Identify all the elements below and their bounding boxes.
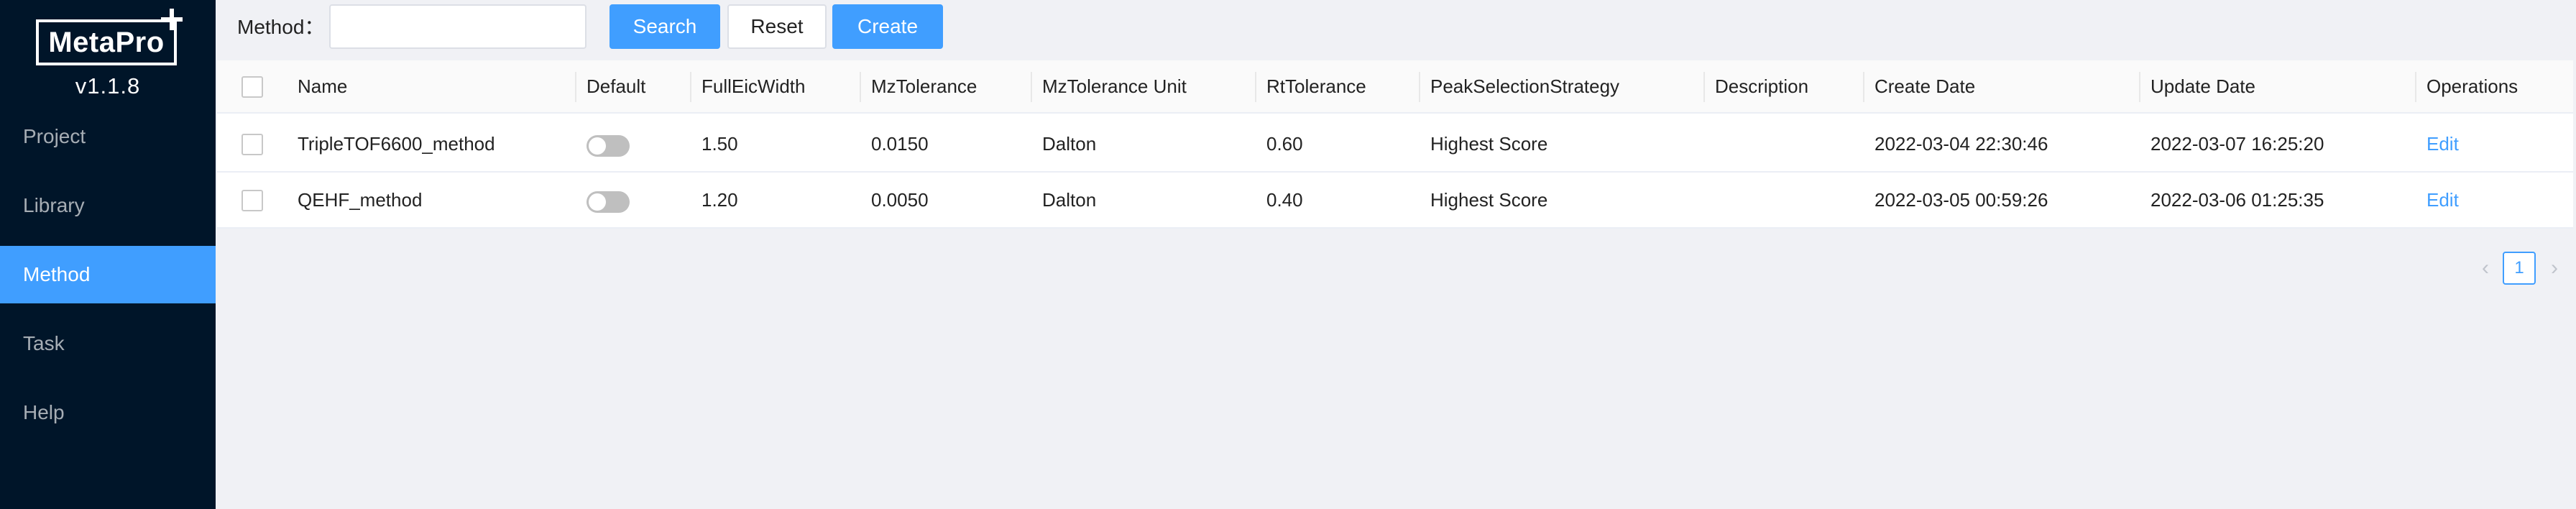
cell-rt-tolerance: 0.40 — [1266, 188, 1303, 211]
method-search-input[interactable] — [329, 4, 586, 49]
column-divider — [1863, 72, 1864, 102]
column-header-name[interactable]: Name — [298, 60, 347, 112]
table-row[interactable]: QEHF_method 1.20 0.0050 Dalton 0.40 High… — [217, 173, 2573, 229]
toggle-knob — [589, 137, 606, 155]
select-all-checkbox[interactable] — [242, 76, 263, 98]
column-divider — [1031, 72, 1032, 102]
column-header-mz-tolerance-unit[interactable]: MzTolerance Unit — [1042, 60, 1187, 112]
sidebar-item-task[interactable]: Task — [0, 315, 216, 372]
column-header-peak-selection-strategy[interactable]: PeakSelectionStrategy — [1430, 60, 1619, 112]
app-logo[interactable]: MetaPro — [36, 19, 177, 65]
cell-name: TripleTOF6600_method — [298, 132, 495, 155]
reset-button[interactable]: Reset — [727, 4, 827, 49]
edit-link[interactable]: Edit — [2426, 173, 2459, 227]
column-divider — [690, 72, 691, 102]
cell-update-date: 2022-03-06 01:25:35 — [2150, 188, 2324, 211]
create-button[interactable]: Create — [832, 4, 943, 49]
table-row[interactable]: TripleTOF6600_method 1.50 0.0150 Dalton … — [217, 116, 2573, 173]
column-header-mz-tolerance[interactable]: MzTolerance — [871, 60, 977, 112]
sidebar-item-label: Project — [23, 125, 86, 147]
sidebar-item-label: Method — [23, 263, 91, 285]
cell-mz-tolerance: 0.0150 — [871, 132, 929, 155]
row-select-checkbox[interactable] — [242, 134, 263, 155]
default-toggle[interactable] — [586, 135, 630, 157]
edit-link[interactable]: Edit — [2426, 116, 2459, 171]
column-header-update-date[interactable]: Update Date — [2150, 60, 2255, 112]
cell-full-eic-width: 1.20 — [702, 188, 738, 211]
search-button[interactable]: Search — [610, 4, 720, 49]
sidebar-item-label: Library — [23, 194, 85, 216]
sidebar-item-label: Help — [23, 401, 65, 423]
column-header-rt-tolerance[interactable]: RtTolerance — [1266, 60, 1366, 112]
sidebar-item-method[interactable]: Method — [0, 246, 216, 303]
column-divider — [1703, 72, 1705, 102]
column-header-create-date[interactable]: Create Date — [1874, 60, 1975, 112]
column-header-full-eic-width[interactable]: FullEicWidth — [702, 60, 805, 112]
table-header: Name Default FullEicWidth MzTolerance Mz… — [217, 60, 2573, 114]
sidebar-item-label: Task — [23, 332, 65, 354]
methods-table: Name Default FullEicWidth MzTolerance Mz… — [217, 60, 2573, 229]
cell-full-eic-width: 1.50 — [702, 132, 738, 155]
cell-mz-tolerance: 0.0050 — [871, 188, 929, 211]
cell-name: QEHF_method — [298, 188, 423, 211]
sidebar-item-library[interactable]: Library — [0, 177, 216, 234]
column-divider — [860, 72, 861, 102]
cell-mz-tolerance-unit: Dalton — [1042, 188, 1097, 211]
column-divider — [575, 72, 576, 102]
column-divider — [1419, 72, 1420, 102]
app-root: MetaPro v1.1.8 Project Library Method Ta… — [0, 0, 2576, 509]
app-version: v1.1.8 — [75, 73, 141, 98]
column-divider — [2415, 72, 2416, 102]
default-toggle[interactable] — [586, 191, 630, 213]
column-divider — [1255, 72, 1256, 102]
sidebar-item-project[interactable]: Project — [0, 108, 216, 165]
sidebar-item-help[interactable]: Help — [0, 384, 216, 441]
pagination-page-1[interactable]: 1 — [2503, 252, 2536, 285]
cell-peak-selection-strategy: Highest Score — [1430, 188, 1548, 211]
method-filter-label: Method： — [237, 16, 325, 38]
cell-create-date: 2022-03-05 00:59:26 — [1874, 188, 2048, 211]
cell-peak-selection-strategy: Highest Score — [1430, 132, 1548, 155]
logo-plus-icon — [160, 7, 184, 32]
toggle-knob — [589, 193, 606, 211]
pagination-next-icon[interactable]: › — [2540, 252, 2569, 285]
logo-text: MetaPro — [48, 26, 165, 58]
column-header-default[interactable]: Default — [586, 60, 645, 112]
cell-update-date: 2022-03-07 16:25:20 — [2150, 132, 2324, 155]
column-header-operations: Operations — [2426, 75, 2518, 97]
cell-mz-tolerance-unit: Dalton — [1042, 132, 1097, 155]
sidebar: MetaPro v1.1.8 Project Library Method Ta… — [0, 0, 216, 509]
column-header-description[interactable]: Description — [1715, 60, 1808, 112]
row-select-checkbox[interactable] — [242, 190, 263, 211]
pagination-prev-icon[interactable]: ‹ — [2471, 252, 2500, 285]
cell-rt-tolerance: 0.60 — [1266, 132, 1303, 155]
column-divider — [2139, 72, 2140, 102]
cell-create-date: 2022-03-04 22:30:46 — [1874, 132, 2048, 155]
